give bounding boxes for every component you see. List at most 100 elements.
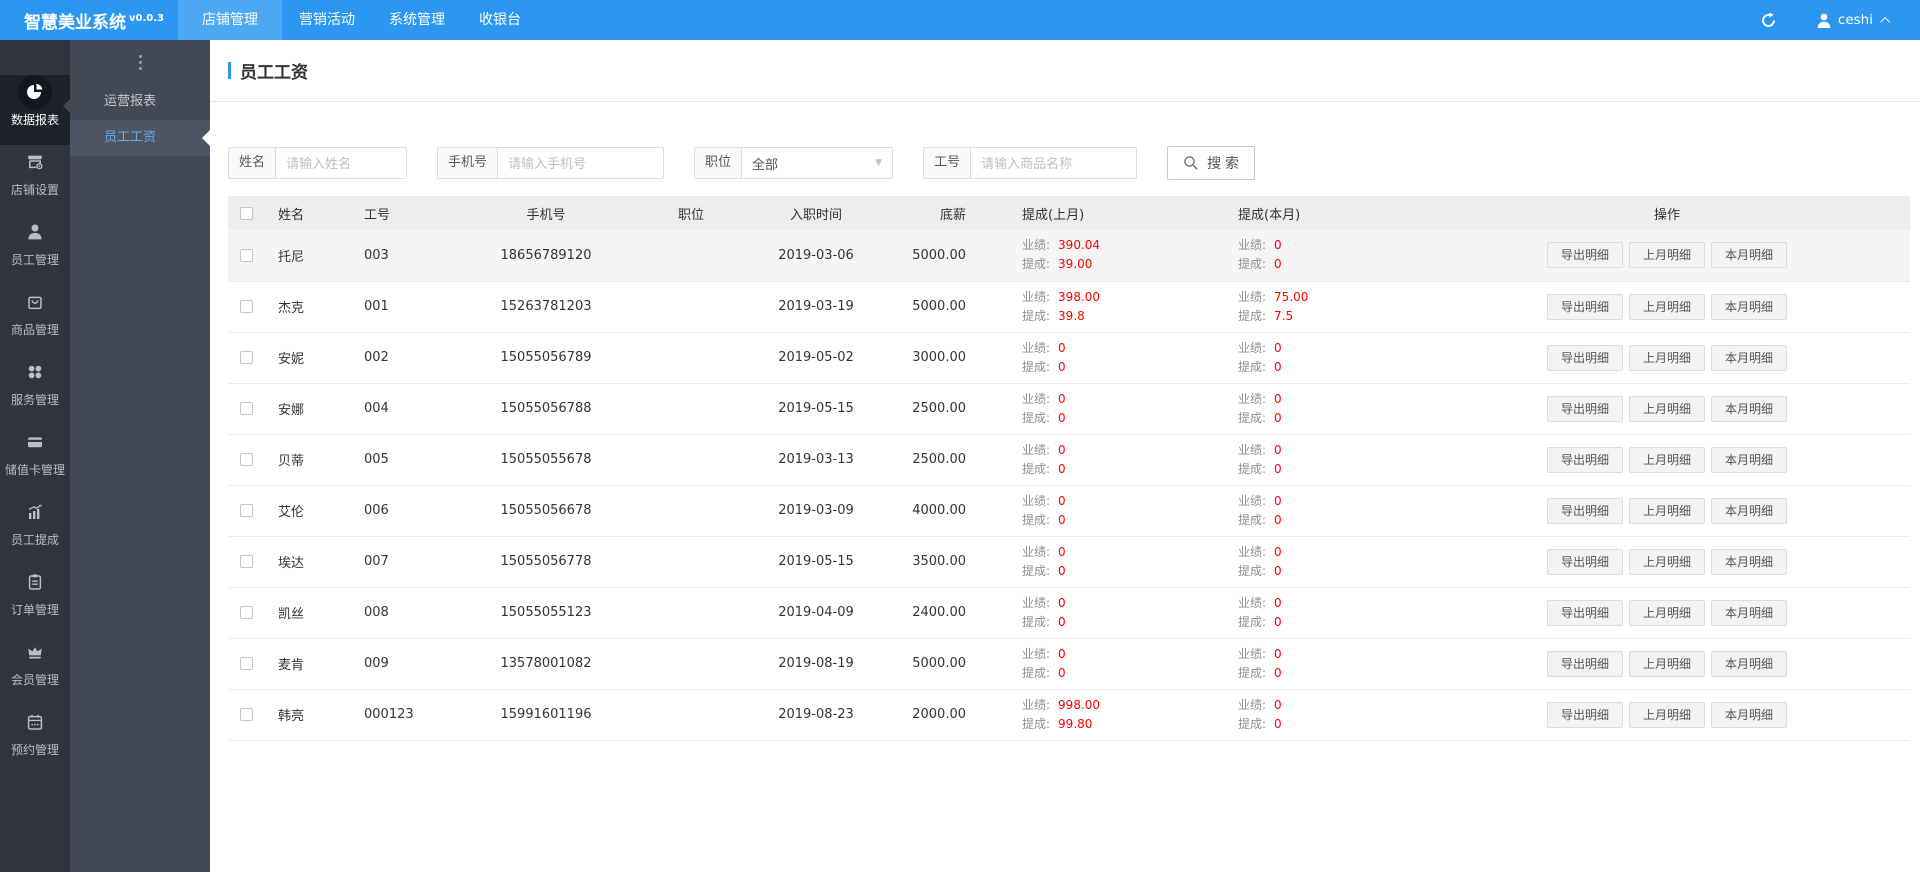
position-select[interactable]: 全部 ▼: [742, 148, 892, 178]
perf-value: 0: [1274, 340, 1282, 355]
comm-value: 0: [1058, 563, 1066, 578]
top-nav-tab[interactable]: 收银台: [462, 0, 538, 40]
search-button-label: 搜 索: [1207, 155, 1239, 171]
export-detail-button[interactable]: 导出明细: [1546, 344, 1623, 371]
search-button[interactable]: 搜 索: [1167, 146, 1255, 180]
this-month-detail-button[interactable]: 本月明细: [1711, 293, 1788, 320]
last-month-detail-button[interactable]: 上月明细: [1628, 344, 1705, 371]
row-checkbox[interactable]: [239, 453, 253, 466]
last-month-detail-button[interactable]: 上月明细: [1628, 701, 1705, 728]
row-checkbox[interactable]: [239, 606, 253, 619]
sidebar-item[interactable]: 储值卡管理: [0, 425, 70, 495]
this-month-detail-button[interactable]: 本月明细: [1711, 650, 1788, 677]
empno-input[interactable]: [971, 148, 1137, 178]
row-checkbox-cell: [228, 383, 264, 435]
sidebar-item[interactable]: 数据报表: [0, 75, 70, 145]
last-month-detail-button[interactable]: 上月明细: [1628, 599, 1705, 626]
sidebar-item-label: 商品管理: [10, 323, 59, 337]
perf-label: 业绩:: [1022, 493, 1051, 508]
export-detail-button[interactable]: 导出明细: [1546, 497, 1623, 524]
row-checkbox[interactable]: [239, 248, 253, 262]
perf-label: 业绩:: [1238, 391, 1267, 406]
row-checkbox[interactable]: [239, 402, 253, 415]
last-month-detail-button[interactable]: 上月明细: [1628, 446, 1705, 473]
sidebar-item[interactable]: 店铺设置: [0, 145, 70, 215]
user-menu[interactable]: ceshi: [1817, 12, 1891, 28]
comm-label: 提成:: [1022, 410, 1051, 425]
export-detail-button[interactable]: 导出明细: [1546, 548, 1623, 575]
perf-value: 0: [1058, 442, 1066, 457]
row-checkbox[interactable]: [239, 708, 253, 721]
base-salary: 2500.00: [896, 383, 992, 435]
perf-label: 业绩:: [1022, 595, 1051, 610]
sidebar-item[interactable]: 服务管理: [0, 355, 70, 425]
export-detail-button[interactable]: 导出明细: [1546, 293, 1623, 320]
sidebar-item[interactable]: 商品管理: [0, 285, 70, 355]
employee-name: 贝蒂: [264, 434, 350, 486]
row-checkbox[interactable]: [239, 555, 253, 568]
commission-cell: 业绩: 0 提成: 0: [1208, 230, 1424, 282]
export-detail-button[interactable]: 导出明细: [1546, 446, 1623, 473]
name-input[interactable]: [276, 148, 407, 178]
column-header: 姓名: [264, 196, 350, 230]
row-checkbox[interactable]: [239, 657, 253, 670]
export-detail-button[interactable]: 导出明细: [1546, 650, 1623, 677]
perf-value: 398.00: [1058, 289, 1101, 304]
row-checkbox-cell: [228, 587, 264, 639]
row-checkbox[interactable]: [239, 504, 253, 517]
last-month-detail-button[interactable]: 上月明细: [1628, 395, 1705, 422]
this-month-detail-button[interactable]: 本月明细: [1711, 242, 1788, 269]
table-row: 艾伦 006 15055056678 2019-03-09 4000.00 业绩: 0 提成:…: [228, 485, 1910, 537]
employee-no: 000123: [350, 689, 446, 741]
commission-cell: 业绩: 0 提成: 0: [992, 536, 1208, 588]
menu-collapse-dots-icon[interactable]: [70, 40, 210, 84]
sidebar-item[interactable]: 员工提成: [0, 495, 70, 565]
last-month-detail-button[interactable]: 上月明细: [1628, 293, 1705, 320]
export-detail-button[interactable]: 导出明细: [1546, 599, 1623, 626]
last-month-detail-button[interactable]: 上月明细: [1628, 497, 1705, 524]
perf-label: 业绩:: [1238, 289, 1267, 304]
sidebar-item[interactable]: 会员管理: [0, 635, 70, 705]
employee-position: [646, 434, 736, 486]
employee-phone: 15055055123: [446, 587, 646, 639]
sidebar-item-label: 预约管理: [10, 743, 59, 757]
top-nav-tab[interactable]: 系统管理: [372, 0, 462, 40]
export-detail-button[interactable]: 导出明细: [1546, 242, 1623, 269]
employee-no: 006: [350, 485, 446, 537]
sidebar-item[interactable]: 预约管理: [0, 705, 70, 775]
row-actions: 导出明细 上月明细 本月明细: [1424, 638, 1910, 690]
join-date: 2019-05-15: [736, 536, 896, 588]
this-month-detail-button[interactable]: 本月明细: [1711, 395, 1788, 422]
export-detail-button[interactable]: 导出明细: [1546, 701, 1623, 728]
this-month-detail-button[interactable]: 本月明细: [1711, 701, 1788, 728]
refresh-icon[interactable]: [1760, 12, 1777, 29]
perf-value: 0: [1274, 442, 1282, 457]
comm-label: 提成:: [1022, 665, 1051, 680]
table-row: 贝蒂 005 15055055678 2019-03-13 2500.00 业绩: 0 提成:…: [228, 434, 1910, 486]
comm-label: 提成:: [1238, 665, 1267, 680]
top-nav-tab[interactable]: 店铺管理: [178, 0, 282, 40]
comm-value: 0: [1274, 716, 1282, 731]
employee-position: [646, 281, 736, 333]
row-checkbox[interactable]: [239, 300, 253, 313]
export-detail-button[interactable]: 导出明细: [1546, 395, 1623, 422]
last-month-detail-button[interactable]: 上月明细: [1628, 650, 1705, 677]
sidebar-item[interactable]: 订单管理: [0, 565, 70, 635]
top-nav-tab[interactable]: 营销活动: [282, 0, 372, 40]
primary-sidebar: 数据报表 店铺设置 员工管理商品管理服务管理 储值卡管理 员工提成 订单管理 会员管理预约管…: [0, 40, 70, 872]
phone-input[interactable]: [498, 148, 664, 178]
top-nav: 店铺管理 营销活动 系统管理 收银台: [178, 0, 538, 40]
sidebar-item[interactable]: 员工管理: [0, 215, 70, 285]
submenu-item[interactable]: 运营报表: [70, 84, 210, 120]
last-month-detail-button[interactable]: 上月明细: [1628, 548, 1705, 575]
this-month-detail-button[interactable]: 本月明细: [1711, 548, 1788, 575]
this-month-detail-button[interactable]: 本月明细: [1711, 446, 1788, 473]
comm-value: 0: [1058, 665, 1066, 680]
this-month-detail-button[interactable]: 本月明细: [1711, 599, 1788, 626]
this-month-detail-button[interactable]: 本月明细: [1711, 344, 1788, 371]
last-month-detail-button[interactable]: 上月明细: [1628, 242, 1705, 269]
submenu-item[interactable]: 员工工资: [70, 120, 210, 156]
this-month-detail-button[interactable]: 本月明细: [1711, 497, 1788, 524]
row-checkbox[interactable]: [239, 351, 253, 364]
select-all-checkbox[interactable]: [239, 206, 253, 220]
